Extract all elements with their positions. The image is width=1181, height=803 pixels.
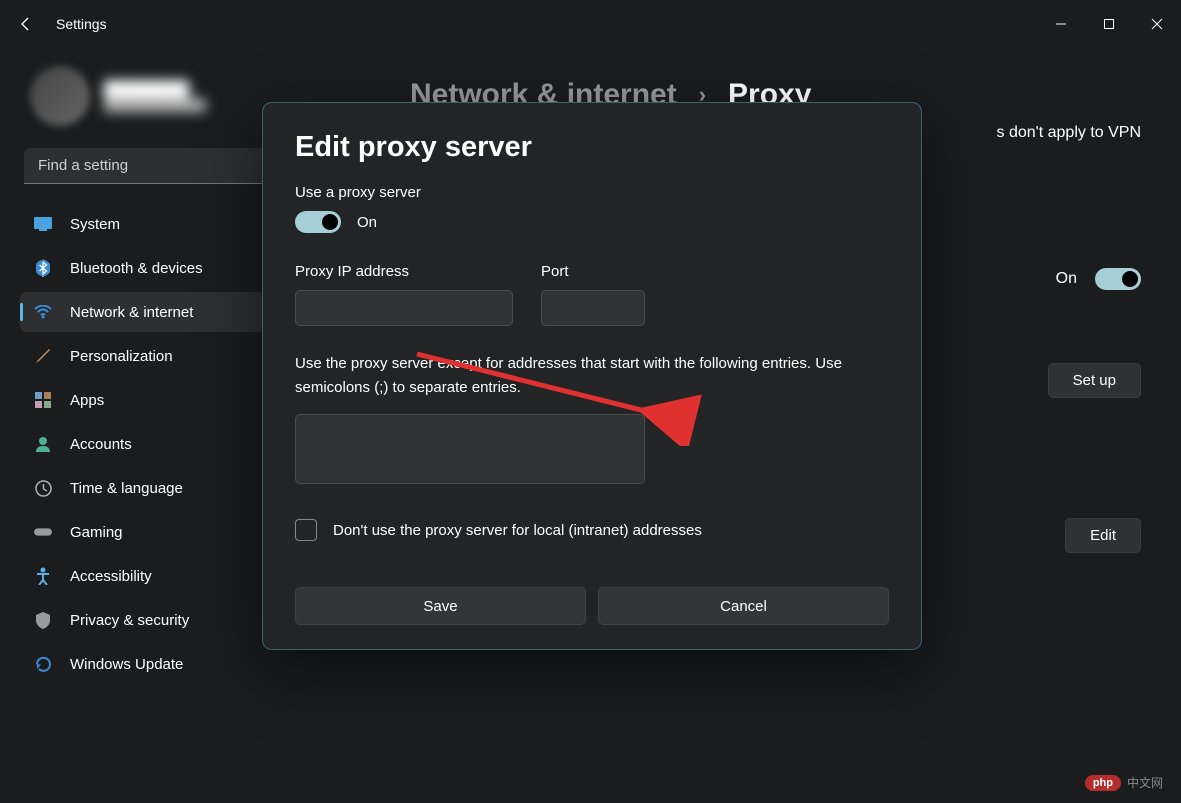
use-proxy-toggle-row: On — [295, 211, 889, 233]
watermark: php 中文网 — [1085, 774, 1163, 791]
sidebar-item-network[interactable]: Network & internet — [20, 292, 278, 332]
search-input[interactable] — [24, 148, 274, 184]
sidebar-item-apps[interactable]: Apps — [20, 380, 278, 420]
sidebar-item-label: Accounts — [70, 436, 132, 453]
ip-field-col: Proxy IP address — [295, 263, 513, 326]
port-label: Port — [541, 263, 645, 280]
sidebar-item-accounts[interactable]: Accounts — [20, 424, 278, 464]
sidebar-item-label: Windows Update — [70, 656, 183, 673]
vpn-hint-text: s don't apply to VPN — [997, 124, 1141, 142]
wifi-icon — [34, 303, 52, 321]
shield-icon — [34, 611, 52, 629]
ip-port-row: Proxy IP address Port — [295, 263, 889, 326]
auto-detect-row: On — [1056, 268, 1141, 290]
exceptions-help-text: Use the proxy server except for addresse… — [295, 352, 889, 400]
maximize-button[interactable] — [1085, 4, 1133, 44]
toggle-label: On — [1056, 270, 1077, 288]
gamepad-icon — [34, 523, 52, 541]
auto-detect-toggle[interactable] — [1095, 268, 1141, 290]
titlebar-left: Settings — [18, 16, 107, 32]
window-controls — [1037, 4, 1181, 44]
person-icon — [34, 435, 52, 453]
sidebar-item-gaming[interactable]: Gaming — [20, 512, 278, 552]
minimize-button[interactable] — [1037, 4, 1085, 44]
sidebar-item-personalization[interactable]: Personalization — [20, 336, 278, 376]
titlebar: Settings — [0, 0, 1181, 48]
sidebar-item-label: Privacy & security — [70, 612, 189, 629]
ip-label: Proxy IP address — [295, 263, 513, 280]
back-button[interactable] — [18, 16, 34, 32]
sidebar-item-accessibility[interactable]: Accessibility — [20, 556, 278, 596]
app-title: Settings — [56, 16, 107, 32]
toggle-state-label: On — [357, 214, 377, 231]
sidebar-item-privacy[interactable]: Privacy & security — [20, 600, 278, 640]
update-icon — [34, 655, 52, 673]
close-button[interactable] — [1133, 4, 1181, 44]
dialog-title: Edit proxy server — [295, 131, 889, 164]
nav-list: System Bluetooth & devices Network & int… — [20, 204, 278, 684]
sidebar-item-label: Time & language — [70, 480, 183, 497]
user-profile[interactable]: ████████ ████████████ — [20, 48, 278, 148]
brush-icon — [34, 347, 52, 365]
avatar — [30, 66, 90, 126]
arrow-left-icon — [18, 16, 34, 32]
local-checkbox-row: Don't use the proxy server for local (in… — [295, 519, 889, 541]
clock-icon — [34, 479, 52, 497]
sidebar-item-label: System — [70, 216, 120, 233]
exceptions-textarea[interactable] — [295, 414, 645, 484]
user-name: ████████ — [104, 81, 206, 98]
maximize-icon — [1103, 18, 1115, 30]
proxy-port-input[interactable] — [541, 290, 645, 326]
save-button[interactable]: Save — [295, 587, 586, 625]
sidebar-item-label: Personalization — [70, 348, 173, 365]
sidebar-item-label: Accessibility — [70, 568, 152, 585]
close-icon — [1151, 18, 1163, 30]
local-checkbox-label: Don't use the proxy server for local (in… — [333, 522, 702, 539]
dialog-buttons: Save Cancel — [295, 587, 889, 625]
edit-proxy-dialog: Edit proxy server Use a proxy server On … — [262, 102, 922, 650]
minimize-icon — [1055, 18, 1067, 30]
use-proxy-toggle[interactable] — [295, 211, 341, 233]
sidebar-item-label: Gaming — [70, 524, 123, 541]
apps-icon — [34, 391, 52, 409]
use-proxy-label: Use a proxy server — [295, 184, 889, 201]
sidebar-item-label: Network & internet — [70, 304, 193, 321]
sidebar-item-system[interactable]: System — [20, 204, 278, 244]
watermark-text: 中文网 — [1127, 774, 1163, 791]
watermark-badge: php — [1085, 775, 1121, 791]
sidebar-item-bluetooth[interactable]: Bluetooth & devices — [20, 248, 278, 288]
setup-button[interactable]: Set up — [1048, 363, 1141, 398]
user-email: ████████████ — [104, 98, 206, 112]
accessibility-icon — [34, 567, 52, 585]
proxy-ip-input[interactable] — [295, 290, 513, 326]
port-field-col: Port — [541, 263, 645, 326]
sidebar-item-label: Bluetooth & devices — [70, 260, 203, 277]
sidebar-item-label: Apps — [70, 392, 104, 409]
system-icon — [34, 215, 52, 233]
setup-script-row: Set up — [1048, 363, 1141, 398]
sidebar: ████████ ████████████ System Bluetooth &… — [0, 48, 290, 803]
sidebar-item-time[interactable]: Time & language — [20, 468, 278, 508]
user-info: ████████ ████████████ — [104, 81, 206, 112]
cancel-button[interactable]: Cancel — [598, 587, 889, 625]
bluetooth-icon — [34, 259, 52, 277]
manual-proxy-row: Edit — [1065, 518, 1141, 553]
edit-button[interactable]: Edit — [1065, 518, 1141, 553]
sidebar-item-update[interactable]: Windows Update — [20, 644, 278, 684]
local-intranet-checkbox[interactable] — [295, 519, 317, 541]
